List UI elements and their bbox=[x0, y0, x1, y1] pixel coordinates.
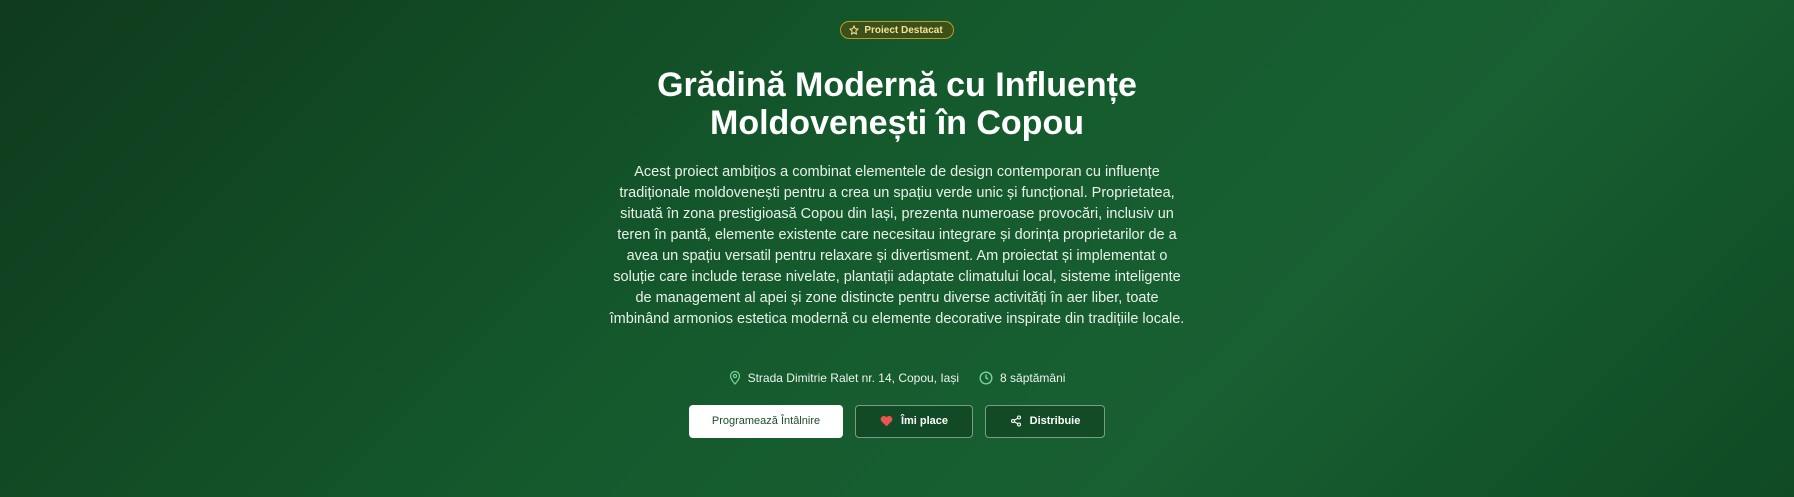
schedule-meeting-label: Programează Întâlnire bbox=[711, 415, 821, 427]
project-hero: Proiect Destacat Grădină Modernă cu Infl… bbox=[0, 0, 1794, 497]
map-pin-icon bbox=[729, 370, 741, 385]
like-label: Îmi place bbox=[900, 415, 949, 427]
project-description: Acest proiect ambițios a combinat elemen… bbox=[609, 164, 1185, 327]
location-text: Strada Dimitrie Ralet nr. 14, Copou, Iaș… bbox=[747, 370, 960, 385]
duration-info: 8 săptămâni bbox=[979, 371, 1065, 385]
clock-icon bbox=[979, 370, 993, 385]
featured-badge-label: Proiect Destacat bbox=[864, 24, 943, 36]
project-meta: Strada Dimitrie Ralet nr. 14, Copou, Iaș… bbox=[729, 370, 1065, 385]
page-title: Grădină Modernă cu Influențe Moldoveneșt… bbox=[587, 66, 1207, 142]
action-buttons: Programează Întâlnire Îmi place Distribu… bbox=[689, 404, 1105, 438]
duration-text: 8 săptămâni bbox=[1000, 370, 1066, 385]
heart-icon bbox=[880, 415, 893, 427]
share-label: Distribuie bbox=[1029, 415, 1081, 427]
share-button[interactable]: Distribuie bbox=[985, 404, 1105, 438]
schedule-meeting-button[interactable]: Programează Întâlnire bbox=[689, 404, 843, 438]
page-title-line-2: Moldovenești în Copou bbox=[710, 104, 1084, 142]
like-button[interactable]: Îmi place bbox=[855, 404, 973, 438]
star-icon bbox=[849, 25, 859, 35]
location-info: Strada Dimitrie Ralet nr. 14, Copou, Iaș… bbox=[729, 370, 960, 385]
page-title-line-1: Grădină Modernă cu Influențe bbox=[657, 66, 1137, 104]
share-icon bbox=[1010, 415, 1022, 427]
featured-badge: Proiect Destacat bbox=[840, 21, 954, 39]
